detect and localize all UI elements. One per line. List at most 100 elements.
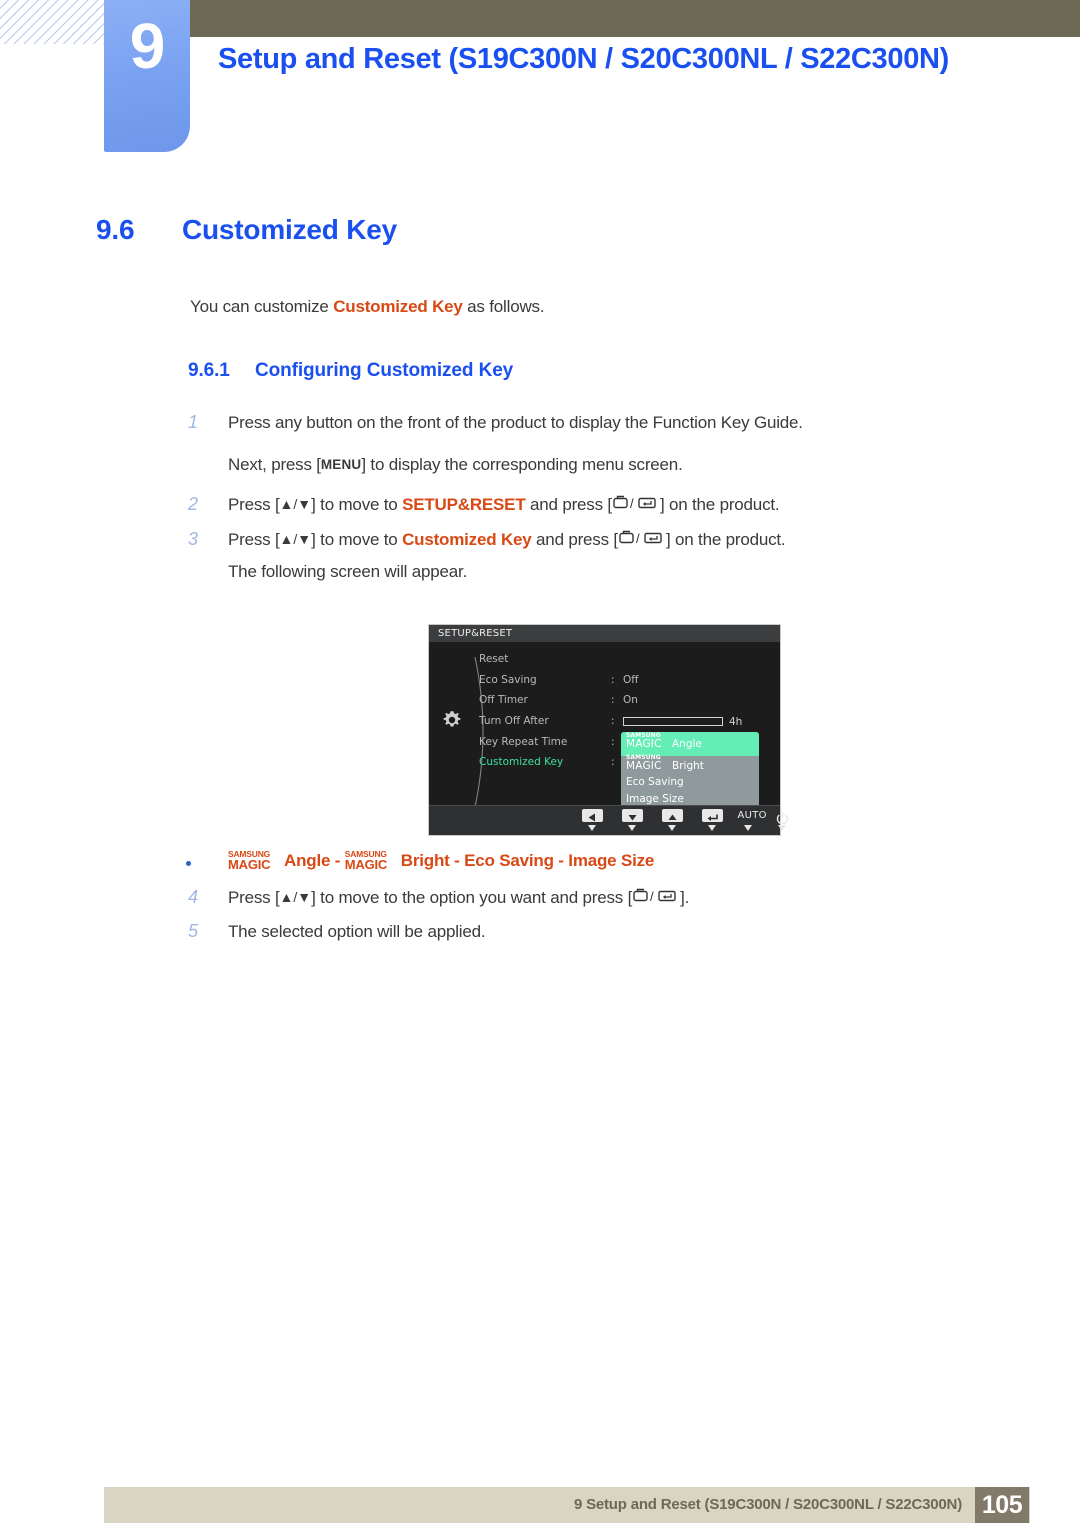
step-3-text-3: and press [ [531, 530, 618, 549]
osd-value-turn-off-after: 4h [729, 716, 743, 729]
osd-colon: : [611, 735, 615, 748]
samsung-magic-logo: SAMSUNG MAGIC [344, 850, 401, 872]
osd-colon: : [611, 715, 615, 728]
step-3-text-2: ] to move to [311, 530, 403, 549]
chapter-title: Setup and Reset (S19C300N / S20C300NL / … [218, 43, 950, 75]
popup-item-magic-bright[interactable]: SAMSUNG MAGIC Bright [621, 754, 759, 774]
section-heading: 9.6 Customized Key [96, 214, 996, 246]
step-1-subline: Next, press [MENU] to display the corres… [228, 455, 683, 475]
osd-turn-off-after-slider[interactable]: 4h [623, 711, 783, 732]
bullet-option-4: Image Size [568, 851, 655, 870]
step-3-text-4: ] on the product. [665, 530, 786, 549]
back-enter-key-icons: / [632, 888, 680, 904]
intro-text-before: You can customize [190, 297, 334, 316]
bullet-option-2: Bright [400, 851, 450, 870]
osd-item-turn-off-after[interactable]: Turn Off After [479, 711, 609, 732]
svg-text:/: / [630, 496, 634, 511]
subsection-heading: 9.6.1 Configuring Customized Key [188, 360, 1080, 382]
osd-item-reset[interactable]: Reset [479, 649, 609, 670]
step-5-number: 5 [188, 921, 198, 941]
magic-wordmark: MAGIC [626, 738, 662, 750]
back-enter-key-icons: / [612, 495, 660, 511]
osd-button-up[interactable] [655, 809, 689, 831]
enter-icon [701, 809, 723, 822]
step-2-number: 2 [188, 494, 198, 514]
samsung-magic-logo: SAMSUNG MAGIC [626, 732, 672, 751]
osd-colon-column: : : : : : [611, 670, 621, 773]
decorative-hatch-pattern [0, 0, 104, 44]
osd-item-customized-key[interactable]: Customized Key [479, 752, 609, 773]
step-4-text-4: ]. [680, 888, 690, 907]
intro-text-after: as follows. [462, 297, 545, 316]
samsung-magic-logo: SAMSUNG MAGIC [228, 850, 284, 872]
caret-down-icon [778, 825, 786, 831]
left-arrow-icon [581, 809, 603, 822]
popup-item-label: Bright [672, 760, 704, 772]
slider-track [623, 717, 723, 727]
step-3-subline: The following screen will appear. [228, 562, 468, 581]
popup-item-magic-angle[interactable]: SAMSUNG MAGIC Angle [621, 732, 759, 756]
step-2-text-3: and press [ [525, 495, 612, 514]
bullet-option-3: Eco Saving [464, 851, 554, 870]
chapter-number-block: 9 [104, 0, 190, 152]
osd-item-off-timer[interactable]: Off Timer [479, 690, 609, 711]
osd-value-off-timer: On [623, 694, 638, 707]
up-down-arrow-keys: ▲/▼ [279, 531, 312, 547]
osd-colon: : [611, 673, 615, 686]
osd-value-column: Off On 4h [623, 670, 783, 732]
customized-key-options-bullet: SAMSUNG MAGIC Angle - SAMSUNG MAGIC Bright -… [186, 850, 655, 872]
bullet-dot-icon [186, 861, 191, 866]
caret-down-icon [668, 825, 676, 831]
step-1: 1 Press any button on the front of the pr… [188, 412, 1028, 433]
step-2-text-4: ] on the product. [659, 495, 780, 514]
osd-button-power[interactable] [765, 809, 799, 831]
osd-item-eco-saving[interactable]: Eco Saving [479, 670, 609, 691]
footer-text: 9 Setup and Reset (S19C300N / S20C300NL … [573, 1496, 962, 1513]
gear-icon [441, 709, 463, 731]
step-4-text-2: ] to move to the option you want and pre… [311, 888, 633, 907]
down-arrow-icon [621, 809, 643, 822]
subsection-number: 9.6.1 [188, 360, 230, 381]
page-header: 9 Setup and Reset (S19C300N / S20C300NL … [0, 0, 1080, 160]
power-icon [772, 809, 793, 825]
popup-item-eco-saving[interactable]: Eco Saving [621, 774, 759, 792]
osd-item-key-repeat-time[interactable]: Key Repeat Time [479, 732, 609, 753]
bullet-separator: - [449, 851, 465, 870]
section-title: Customized Key [182, 214, 398, 245]
up-down-arrow-keys: ▲/▼ [279, 889, 312, 905]
osd-button-auto-label: AUTO [737, 810, 767, 821]
step-4-text-1: Press [ [228, 888, 280, 907]
step-2-text-1: Press [ [228, 495, 280, 514]
back-enter-key-icons: / [618, 530, 666, 546]
magic-wordmark: MAGIC [344, 857, 388, 872]
step-1-sub-after: ] to display the corresponding menu scre… [361, 455, 683, 474]
osd-menu-screenshot: SETUP&RESET Reset Eco Saving Off Timer T… [428, 624, 788, 836]
step-5-text: The selected option will be applied. [228, 922, 486, 941]
section-number: 9.6 [96, 214, 135, 245]
svg-text:/: / [650, 889, 654, 904]
up-down-arrow-keys: ▲/▼ [279, 496, 312, 512]
caret-down-icon [588, 825, 596, 831]
osd-button-down[interactable] [615, 809, 649, 831]
step-1-text: Press any button on the front of the pro… [228, 413, 803, 432]
osd-title-bar: SETUP&RESET [429, 625, 780, 642]
caret-down-icon [628, 825, 636, 831]
step-2-highlight: SETUP&RESET [402, 495, 526, 514]
step-2-text-2: ] to move to [311, 495, 403, 514]
osd-button-left[interactable] [575, 809, 609, 831]
header-olive-bar [190, 0, 1080, 37]
auto-label-glyph: AUTO [737, 809, 767, 822]
magic-wordmark: MAGIC [228, 857, 271, 872]
page-number-box: 105 [975, 1487, 1029, 1523]
osd-button-bar: AUTO [429, 805, 788, 835]
step-4: 4 Press [▲/▼] to move to the option you w… [188, 887, 1028, 908]
step-1-number: 1 [188, 412, 198, 432]
step-3-number: 3 [188, 529, 198, 549]
step-3: 3 Press [▲/▼] to move to Customized Key a… [188, 529, 1028, 550]
osd-colon: : [611, 694, 615, 707]
osd-button-auto[interactable]: AUTO [731, 809, 767, 831]
osd-colon: : [611, 756, 615, 769]
osd-button-enter[interactable] [695, 809, 729, 831]
page-footer-bar: 9 Setup and Reset (S19C300N / S20C300NL … [104, 1487, 1030, 1523]
step-4-number: 4 [188, 887, 198, 907]
